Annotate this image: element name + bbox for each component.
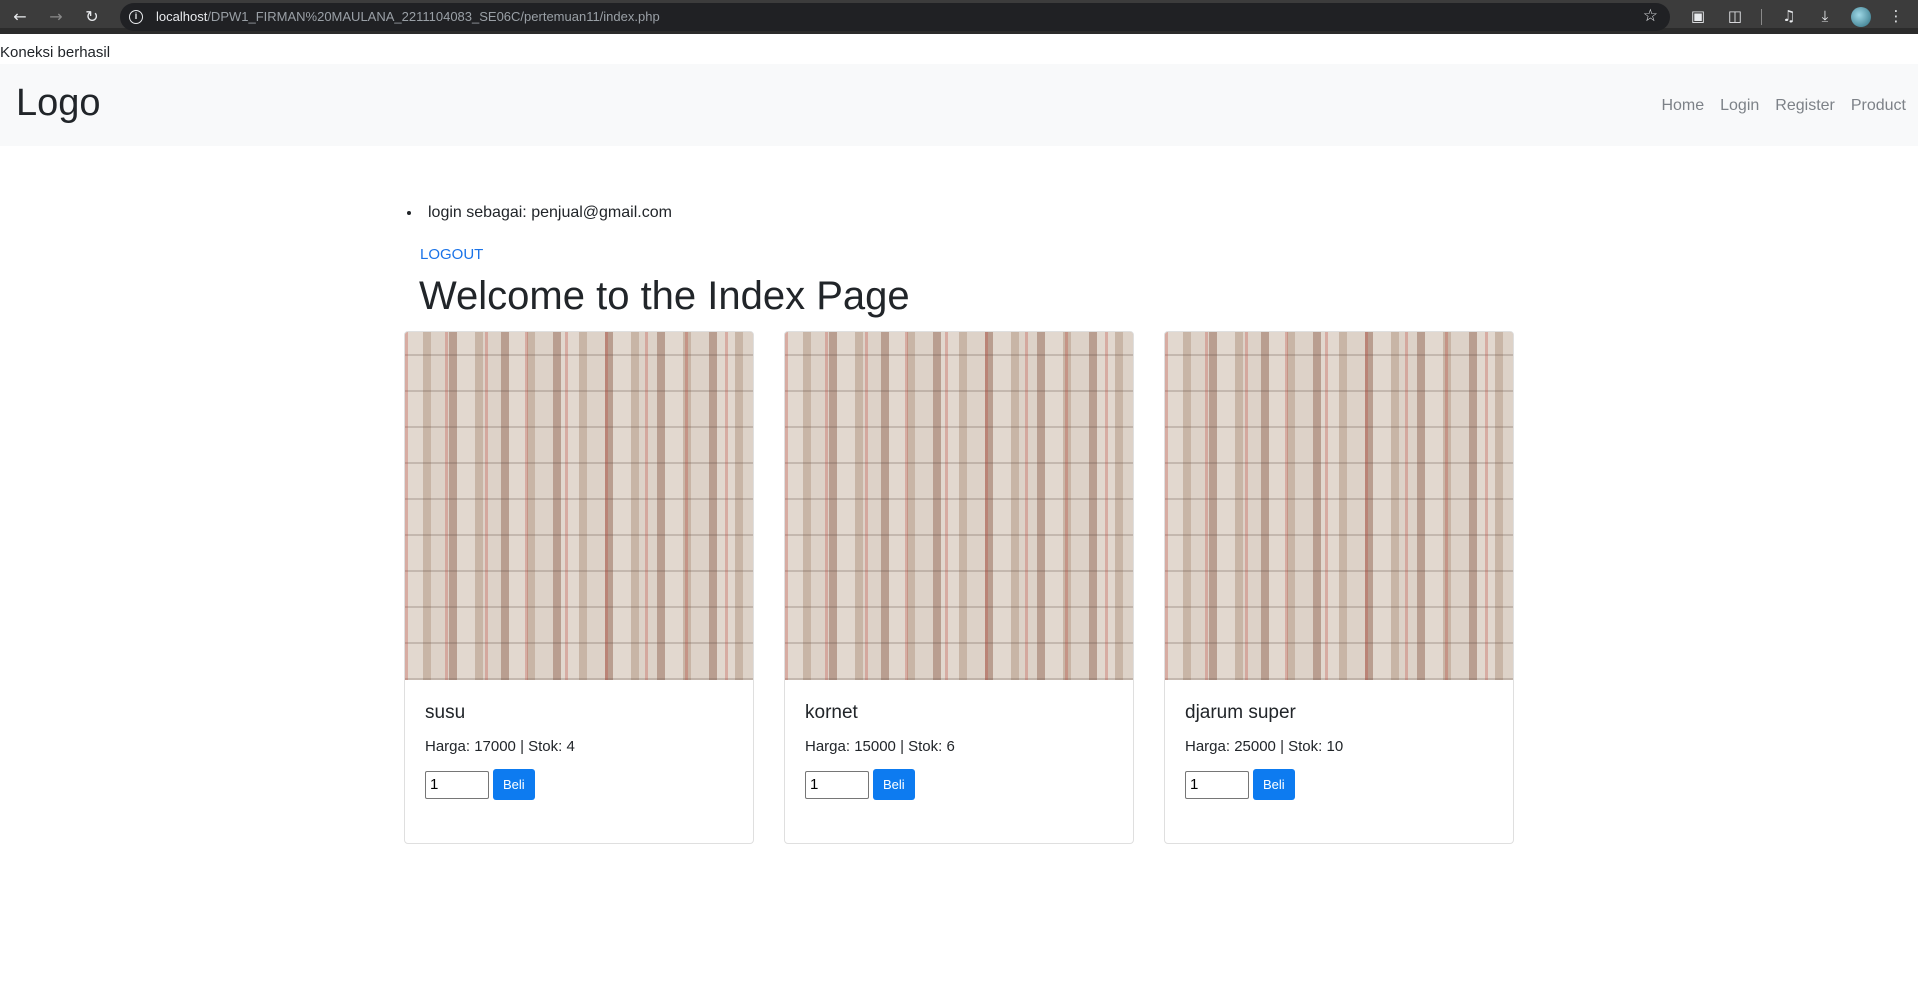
product-image	[1165, 332, 1513, 680]
navbar: Logo Home Login Register Product	[0, 64, 1918, 146]
profile-icon[interactable]	[1851, 7, 1871, 27]
logout-link[interactable]: LOGOUT	[420, 246, 483, 263]
user-info: login sebagai: penjual@gmail.com	[422, 204, 672, 222]
product-card: susu Harga: 17000 | Stok: 4 Beli	[404, 331, 754, 844]
buy-button[interactable]: Beli	[493, 769, 535, 800]
card-body: djarum super Harga: 25000 | Stok: 10 Bel…	[1165, 680, 1513, 820]
nav-links: Home Login Register Product	[1645, 97, 1906, 115]
buy-form: Beli	[1185, 769, 1493, 800]
menu-icon[interactable]: ⋮	[1886, 6, 1906, 26]
url-text[interactable]: localhost/DPW1_FIRMAN%20MAULANA_22111040…	[156, 9, 660, 24]
back-icon[interactable]: ←	[8, 5, 32, 29]
nav-link-home[interactable]: Home	[1661, 97, 1704, 115]
user-info-list: login sebagai: penjual@gmail.com	[404, 204, 672, 222]
address-bar[interactable]: i localhost/DPW1_FIRMAN%20MAULANA_221110…	[120, 3, 1670, 31]
brand-logo[interactable]: Logo	[16, 82, 101, 125]
product-name: susu	[425, 702, 466, 723]
product-list: susu Harga: 17000 | Stok: 4 Beli kornet …	[404, 331, 1514, 844]
buy-form: Beli	[425, 769, 733, 800]
quantity-input[interactable]	[1185, 770, 1249, 799]
puzzle-icon[interactable]: ◫	[1725, 6, 1745, 26]
nav-link-product[interactable]: Product	[1851, 97, 1906, 115]
toolbar-divider	[1761, 9, 1762, 25]
forward-icon[interactable]: →	[44, 5, 68, 29]
browser-toolbar: ← → ↻ i localhost/DPW1_FIRMAN%20MAULANA_…	[0, 0, 1918, 34]
quantity-input[interactable]	[805, 770, 869, 799]
product-info: Harga: 15000 | Stok: 6	[805, 738, 955, 755]
url-path: /DPW1_FIRMAN%20MAULANA_2211104083_SE06C/…	[207, 9, 660, 24]
card-body: kornet Harga: 15000 | Stok: 6 Beli	[785, 680, 1133, 820]
product-image	[405, 332, 753, 680]
page-title: Welcome to the Index Page	[419, 274, 910, 318]
url-host: localhost	[156, 9, 208, 24]
product-name: kornet	[805, 702, 858, 723]
quantity-input[interactable]	[425, 770, 489, 799]
reload-icon[interactable]: ↻	[80, 5, 104, 29]
buy-button[interactable]: Beli	[1253, 769, 1295, 800]
product-image	[785, 332, 1133, 680]
product-info: Harga: 17000 | Stok: 4	[425, 738, 575, 755]
info-icon[interactable]: i	[129, 10, 143, 24]
product-name: djarum super	[1185, 702, 1296, 723]
media-icon[interactable]: ♫	[1779, 6, 1799, 26]
product-card: kornet Harga: 15000 | Stok: 6 Beli	[784, 331, 1134, 844]
product-card: djarum super Harga: 25000 | Stok: 10 Bel…	[1164, 331, 1514, 844]
buy-form: Beli	[805, 769, 1113, 800]
download-icon[interactable]: ⤓	[1815, 6, 1835, 26]
nav-link-login[interactable]: Login	[1720, 97, 1759, 115]
card-body: susu Harga: 17000 | Stok: 4 Beli	[405, 680, 753, 820]
connection-status: Koneksi berhasil	[0, 44, 111, 61]
buy-button[interactable]: Beli	[873, 769, 915, 800]
extension-icon[interactable]: ▣	[1688, 6, 1708, 26]
star-icon[interactable]: ☆	[1643, 6, 1658, 26]
nav-link-register[interactable]: Register	[1775, 97, 1835, 115]
product-info: Harga: 25000 | Stok: 10	[1185, 738, 1344, 755]
